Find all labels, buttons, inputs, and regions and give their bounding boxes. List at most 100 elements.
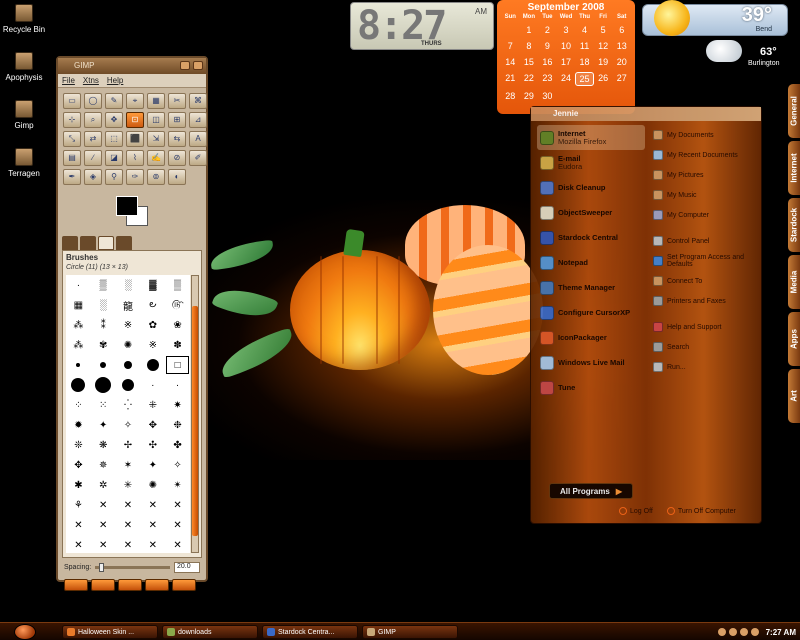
brush-swatch[interactable]: ✕: [165, 495, 190, 515]
tool-button[interactable]: ∕: [84, 150, 102, 166]
brush-swatch[interactable]: ✕: [140, 515, 165, 535]
brush-swatch[interactable]: ❉: [165, 415, 190, 435]
taskbar-button[interactable]: Stardock Centra...: [262, 625, 358, 639]
tool-button[interactable]: ⬛: [126, 131, 144, 147]
start-place-set-program-access-and-defaults[interactable]: Set Program Access and Defaults: [651, 251, 757, 271]
tray-icon[interactable]: [739, 628, 748, 636]
brush-swatch[interactable]: [91, 355, 116, 375]
tool-button[interactable]: ⊿: [189, 112, 207, 128]
calendar-day[interactable]: 19: [594, 56, 613, 68]
brush-swatch[interactable]: ▒: [165, 275, 190, 295]
tool-button[interactable]: ✂: [168, 93, 186, 109]
tool-button[interactable]: ✑: [126, 169, 144, 185]
tool-button[interactable]: ⚲: [105, 169, 123, 185]
brush-swatch[interactable]: ⁜: [140, 395, 165, 415]
brush-swatch[interactable]: ⁘: [66, 395, 91, 415]
tool-button[interactable]: ⌘: [189, 93, 207, 109]
tray-icon[interactable]: [728, 628, 737, 636]
calendar-day[interactable]: 10: [557, 40, 576, 52]
brush-swatch[interactable]: ✕: [165, 515, 190, 535]
desktop-icon-recycle-bin[interactable]: Recycle Bin: [2, 4, 46, 34]
brush-swatch[interactable]: ✱: [66, 475, 91, 495]
side-tab-art[interactable]: Art: [788, 369, 800, 423]
brush-swatch[interactable]: ✳: [116, 475, 141, 495]
start-item-e-mail[interactable]: E-mail Eudora: [537, 150, 645, 175]
tool-button[interactable]: ⌖: [126, 93, 144, 109]
slider-knob[interactable]: [99, 563, 105, 572]
duplicate-brush-button[interactable]: [118, 579, 142, 591]
brush-swatch[interactable]: ✕: [116, 515, 141, 535]
calendar-day[interactable]: 22: [520, 72, 539, 86]
calendar-day[interactable]: 11: [575, 40, 594, 52]
brush-swatch[interactable]: ⚘: [66, 495, 91, 515]
brush-swatch[interactable]: ⁛: [116, 395, 141, 415]
tool-button[interactable]: ◯: [84, 93, 102, 109]
brush-swatch[interactable]: ※: [116, 315, 141, 335]
tool-button[interactable]: ⌕: [84, 112, 102, 128]
tool-button[interactable]: ⊘: [168, 150, 186, 166]
brush-swatch[interactable]: ⁂: [66, 315, 91, 335]
brush-swatch[interactable]: ⁙: [91, 395, 116, 415]
calendar-day[interactable]: 17: [557, 56, 576, 68]
start-item-configure-cursorxp[interactable]: Configure CursorXP: [537, 300, 645, 325]
calendar-day[interactable]: 28: [501, 90, 520, 102]
calendar-day[interactable]: 13: [612, 40, 631, 52]
brush-swatch[interactable]: ✺: [116, 335, 141, 355]
dock-tab-tool-options[interactable]: [62, 236, 78, 250]
brush-swatch[interactable]: ✶: [116, 455, 141, 475]
brushes-scrollbar[interactable]: [191, 275, 199, 553]
taskbar-button[interactable]: downloads: [162, 625, 258, 639]
brush-swatch[interactable]: ✥: [66, 455, 91, 475]
brush-swatch[interactable]: ·: [165, 375, 190, 395]
side-tab-general[interactable]: General: [788, 84, 800, 138]
turn-off-button[interactable]: Turn Off Computer: [666, 507, 736, 515]
tool-button[interactable]: ⊹: [63, 112, 81, 128]
brush-swatch[interactable]: ❀: [165, 315, 190, 335]
start-item-tune[interactable]: Tune: [537, 375, 645, 400]
brush-swatch[interactable]: [91, 375, 116, 395]
brush-swatch[interactable]: ✺: [140, 475, 165, 495]
spacing-input[interactable]: 20.0: [174, 562, 200, 573]
tool-button[interactable]: ⇆: [168, 131, 186, 147]
tool-button[interactable]: ⇲: [147, 131, 165, 147]
tool-button[interactable]: ▤: [63, 150, 81, 166]
edit-brush-button[interactable]: [64, 579, 88, 591]
brush-swatch[interactable]: ౿: [140, 295, 165, 315]
calendar-day[interactable]: 7: [501, 40, 520, 52]
start-item-disk-cleanup[interactable]: Disk Cleanup: [537, 175, 645, 200]
brush-swatch[interactable]: [140, 355, 165, 375]
calendar-day[interactable]: [557, 90, 576, 102]
refresh-brushes-button[interactable]: [172, 579, 196, 591]
brush-swatch[interactable]: ░: [116, 275, 141, 295]
spacing-slider[interactable]: [95, 563, 170, 572]
brush-swatch[interactable]: ✿: [140, 315, 165, 335]
tool-button[interactable]: ◪: [105, 150, 123, 166]
calendar-day[interactable]: [575, 90, 594, 102]
start-place-my-pictures[interactable]: My Pictures: [651, 165, 757, 185]
menu-xtns[interactable]: Xtns: [83, 76, 99, 85]
calendar-day[interactable]: [594, 90, 613, 102]
brush-swatch[interactable]: ▓: [140, 275, 165, 295]
desktop-icon-gimp[interactable]: Gimp: [2, 100, 46, 130]
brush-swatch[interactable]: ✾: [91, 335, 116, 355]
start-place-my-recent-documents[interactable]: My Recent Documents: [651, 145, 757, 165]
start-item-objectsweeper[interactable]: ObjectSweeper: [537, 200, 645, 225]
brush-swatch[interactable]: ✕: [66, 535, 91, 553]
start-item-theme-manager[interactable]: Theme Manager: [537, 275, 645, 300]
brush-swatch[interactable]: ※: [140, 335, 165, 355]
calendar-day[interactable]: 12: [594, 40, 613, 52]
calendar-day[interactable]: [501, 24, 520, 36]
start-place-my-computer[interactable]: My Computer: [651, 205, 757, 225]
tool-button[interactable]: ✎: [105, 93, 123, 109]
tool-button[interactable]: ◐: [168, 169, 186, 185]
brush-swatch[interactable]: ✕: [91, 515, 116, 535]
brush-swatch[interactable]: ✕: [140, 535, 165, 553]
side-tab-stardock[interactable]: Stardock: [788, 198, 800, 252]
menu-help[interactable]: Help: [107, 76, 123, 85]
start-place-control-panel[interactable]: Control Panel: [651, 231, 757, 251]
calendar-day[interactable]: 8: [520, 40, 539, 52]
dock-tab-brushes[interactable]: [98, 236, 114, 250]
brush-swatch[interactable]: ✹: [66, 415, 91, 435]
calendar-day[interactable]: 25: [575, 72, 594, 86]
brush-swatch[interactable]: ▦: [66, 295, 91, 315]
